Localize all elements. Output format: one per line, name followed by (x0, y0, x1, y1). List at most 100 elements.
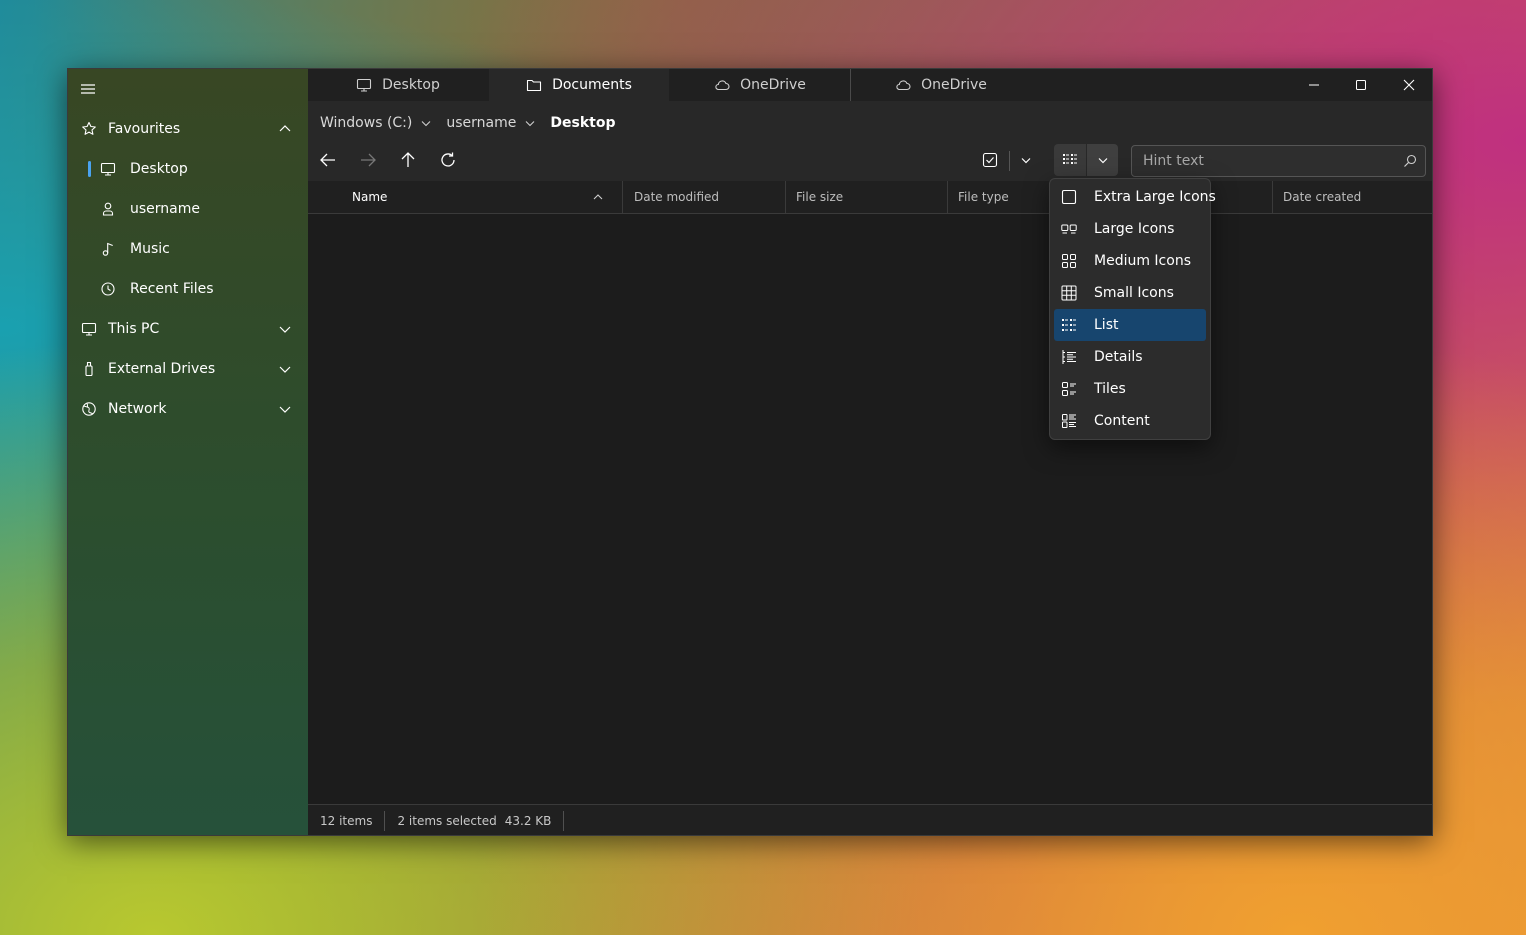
monitor-icon (100, 162, 116, 176)
status-divider (563, 811, 565, 831)
column-date-modified[interactable]: Date modified (634, 181, 719, 213)
content-view-icon (1062, 414, 1076, 428)
music-note-icon (102, 242, 113, 256)
column-header: Name Date modified File size File type D… (308, 181, 1432, 214)
menu-item-label: List (1094, 317, 1119, 333)
sidebar-item-external-drives[interactable]: External Drives (68, 350, 308, 388)
refresh-icon (441, 152, 455, 167)
sidebar-item-this-pc[interactable]: This PC (68, 310, 308, 348)
search-input[interactable] (1132, 146, 1392, 176)
sidebar-item-favourites[interactable]: Favourites (68, 110, 308, 148)
sidebar-item-label: External Drives (108, 361, 216, 377)
column-resizer[interactable] (947, 181, 948, 213)
column-label: File size (796, 190, 844, 204)
sidebar: Favourites Desktop username Music Recent… (68, 69, 308, 835)
select-options-button[interactable] (1011, 145, 1041, 175)
sort-ascending-icon (593, 194, 603, 200)
tab-label: OneDrive (740, 77, 806, 93)
content-pane: Windows (C:) username Desktop Hint text … (308, 101, 1432, 835)
column-file-size[interactable]: File size (796, 181, 843, 213)
sidebar-item-username[interactable]: username (68, 190, 308, 228)
menu-item-content[interactable]: Content (1054, 405, 1206, 437)
tab-bar: Desktop Documents OneDrive OneDrive (308, 69, 1432, 101)
maximize-icon (1356, 80, 1366, 90)
maximize-button[interactable] (1338, 69, 1384, 101)
file-list[interactable]: Name Date modified File size File type D… (308, 181, 1432, 804)
monitor-icon (357, 78, 372, 92)
chevron-down-icon[interactable] (278, 322, 292, 336)
breadcrumb-label: Windows (C:) (320, 115, 413, 131)
menu-item-details[interactable]: Details (1054, 341, 1206, 373)
sidebar-item-label: username (130, 201, 200, 217)
sidebar-item-label: Favourites (108, 121, 181, 137)
tab-label: OneDrive (921, 77, 987, 93)
menu-item-label: Content (1094, 413, 1150, 429)
hamburger-menu-icon[interactable] (80, 81, 96, 97)
item-count: 12 items (320, 814, 373, 828)
tab-label: Desktop (382, 77, 440, 93)
menu-item-medium-icons[interactable]: Medium Icons (1054, 245, 1206, 277)
column-date-created[interactable]: Date created (1283, 181, 1361, 213)
refresh-button[interactable] (433, 145, 463, 175)
chevron-up-icon[interactable] (278, 122, 292, 136)
sidebar-item-music[interactable]: Music (68, 230, 308, 268)
chevron-down-icon[interactable] (278, 402, 292, 416)
selection-size: 43.2 KB (504, 814, 552, 828)
small-icons-grid-icon (1061, 285, 1077, 301)
selection-count: 2 items selected (397, 814, 497, 828)
chevron-down-icon[interactable] (420, 117, 432, 129)
view-mode-button[interactable] (1054, 144, 1086, 176)
menu-item-label: Large Icons (1094, 221, 1175, 237)
clock-icon (101, 282, 115, 296)
column-file-type[interactable]: File type (958, 181, 1009, 213)
column-resizer[interactable] (622, 181, 623, 213)
column-resizer[interactable] (1272, 181, 1273, 213)
tiles-view-icon (1062, 382, 1076, 396)
sidebar-item-recent-files[interactable]: Recent Files (68, 270, 308, 308)
breadcrumb: Windows (C:) username Desktop (320, 113, 615, 133)
menu-item-tiles[interactable]: Tiles (1054, 373, 1206, 405)
minimize-button[interactable] (1291, 69, 1337, 101)
column-label: Name (352, 190, 388, 204)
nav-back-button[interactable] (313, 145, 343, 175)
nav-up-button[interactable] (393, 145, 423, 175)
menu-item-extra-large-icons[interactable]: Extra Large Icons (1054, 181, 1216, 213)
menu-item-large-icons[interactable]: Large Icons (1054, 213, 1206, 245)
close-button[interactable] (1386, 69, 1432, 101)
column-name[interactable]: Name (352, 181, 612, 213)
sidebar-item-network[interactable]: Network (68, 390, 308, 428)
tab-documents[interactable]: Documents (489, 69, 669, 101)
sidebar-item-label: Network (108, 401, 167, 417)
chevron-down-icon[interactable] (524, 117, 536, 129)
breadcrumb-item-username[interactable]: username (446, 115, 550, 131)
column-resizer[interactable] (785, 181, 786, 213)
select-mode-button[interactable] (975, 145, 1005, 175)
chevron-down-icon (1098, 158, 1107, 164)
file-explorer-window: Favourites Desktop username Music Recent… (67, 68, 1433, 836)
arrow-left-icon (320, 153, 335, 167)
star-icon (82, 121, 96, 135)
tab-onedrive-1[interactable]: OneDrive (670, 69, 850, 101)
view-mode-split-button (1054, 144, 1118, 176)
search-icon[interactable] (1403, 154, 1417, 168)
globe-icon (82, 402, 96, 416)
checkbox-select-icon (982, 152, 998, 168)
breadcrumb-item-current[interactable]: Desktop (550, 115, 615, 131)
arrow-right-icon (361, 153, 376, 167)
chevron-down-icon (1021, 158, 1031, 164)
tab-onedrive-2[interactable]: OneDrive (851, 69, 1031, 101)
view-mode-dropdown-button[interactable] (1086, 144, 1118, 176)
breadcrumb-item-drive[interactable]: Windows (C:) (320, 115, 446, 131)
large-icons-icon (1061, 224, 1077, 234)
menu-item-list[interactable]: List (1054, 309, 1206, 341)
search-box (1131, 145, 1426, 177)
square-icon (1061, 189, 1077, 205)
cloud-icon (896, 80, 911, 91)
tab-desktop[interactable]: Desktop (308, 69, 488, 101)
person-icon (102, 202, 114, 216)
medium-icons-icon (1062, 254, 1076, 268)
sidebar-item-desktop[interactable]: Desktop (68, 150, 308, 188)
nav-forward-button[interactable] (353, 145, 383, 175)
chevron-down-icon[interactable] (278, 362, 292, 376)
menu-item-small-icons[interactable]: Small Icons (1054, 277, 1206, 309)
